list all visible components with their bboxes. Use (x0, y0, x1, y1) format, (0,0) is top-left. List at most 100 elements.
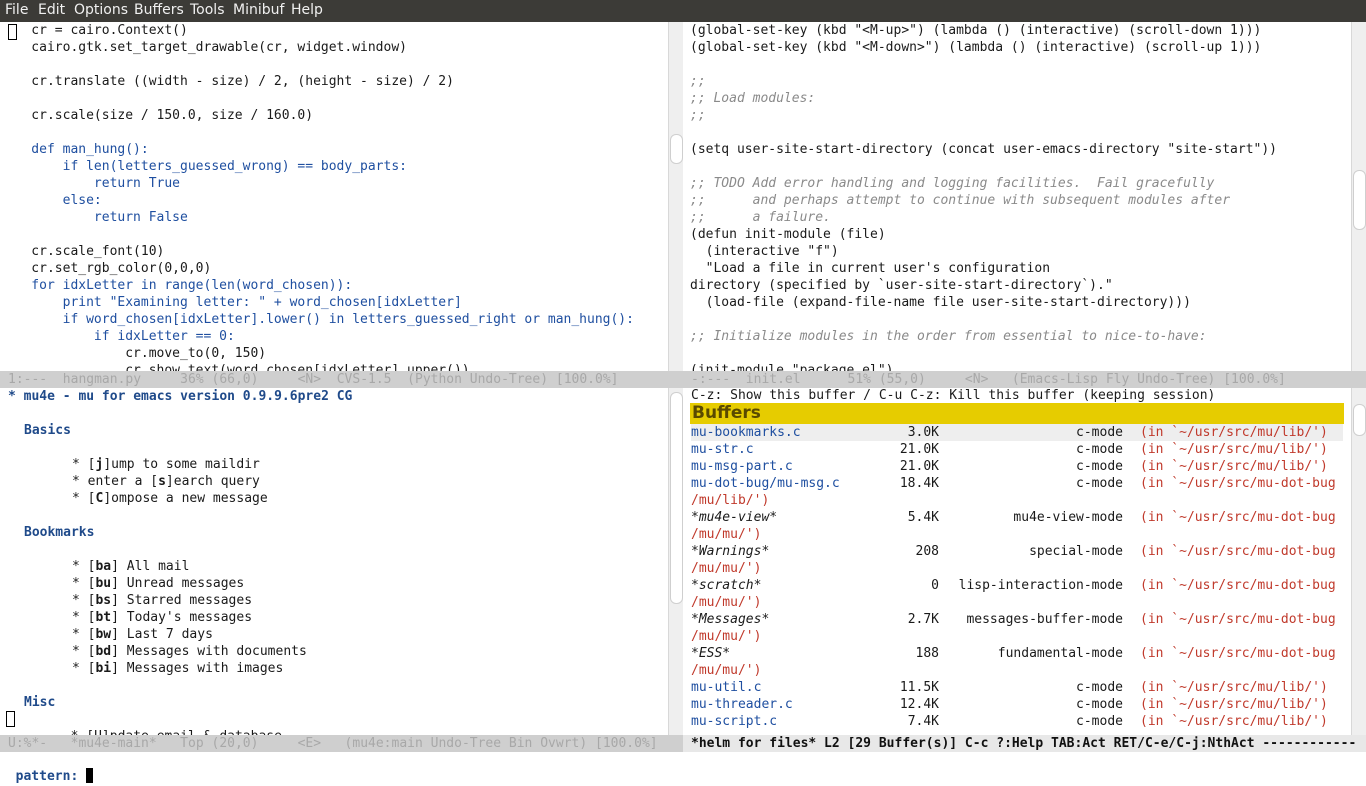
shortcut-key: bu (95, 576, 112, 591)
scrollbar-thumb[interactable] (670, 392, 683, 604)
buffer-name[interactable]: mu-str.c (691, 441, 754, 458)
basics-heading: Basics (24, 423, 71, 438)
buffer-row[interactable]: mu-threader.c 12.4K c-mode (in `~/usr/src/m… (691, 696, 1343, 713)
item-label: Starred messages (126, 593, 253, 608)
code-line: ;; Load modules: (690, 91, 816, 106)
scrollbar-thumb[interactable] (1353, 170, 1366, 230)
elisp-buffer[interactable]: (global-set-key (kbd "<M-up>") (lambda (… (690, 22, 1350, 371)
menu-edit[interactable]: Edit (38, 2, 65, 18)
buffer-name[interactable]: mu-dot-bug/mu-msg.c (691, 475, 840, 492)
code-line: return False (0, 210, 188, 225)
mu4e-main-buffer[interactable]: * mu4e - mu for emacs version 0.9.9.6pre… (0, 388, 668, 735)
buffer-size: 18.4K (899, 476, 939, 491)
buffer-name[interactable]: *scratch* (691, 577, 761, 594)
shortcut-key: bi (95, 661, 112, 676)
buffer-directory: (in `~/usr/src/mu/lib/') (1140, 442, 1328, 457)
bracket: ] (111, 593, 127, 608)
menu-bar: File Edit Options Buffers Tools Minibuf Help (0, 0, 1366, 22)
menu-minibuf[interactable]: Minibuf (233, 2, 284, 18)
code-line: for idxLetter in range(len(word_chosen))… (0, 278, 353, 293)
buffer-name[interactable]: *Warnings* (691, 543, 769, 560)
code-line: def man_hung(): (0, 142, 149, 157)
buffer-directory-continued: /mu/lib/') (691, 493, 770, 508)
python-buffer[interactable]: cr = cairo.Context() cairo.gtk.set_targe… (0, 22, 668, 371)
elisp-scrollbar[interactable] (1351, 22, 1366, 371)
scrollbar-thumb[interactable] (670, 134, 683, 164)
python-modeline: 1:--- hangman.py 36% (66,0) <N> CVS-1.5 … (0, 371, 683, 388)
buffer-size: 21.0K (899, 442, 939, 457)
buffer-row[interactable]: *mu4e-view* 5.4K mu4e-view-mode (in `~/usr/… (691, 509, 1343, 526)
buffer-mode: c-mode (1076, 714, 1123, 729)
code-line: ;; a failure. (690, 210, 831, 225)
python-scrollbar[interactable] (668, 22, 683, 371)
bookmark-item[interactable]: * [bd] Messages with documents (72, 643, 307, 660)
code-line: ;; Initialize modules in the order from … (690, 329, 1207, 344)
bullet-prefix: * [ (72, 644, 96, 659)
buffer-row[interactable]: mu-msg-part.c 21.0K c-mode (in `~/usr/src/m… (691, 458, 1343, 475)
bookmark-item[interactable]: * [ba] All mail (72, 558, 189, 575)
item-label: Unread messages (126, 576, 245, 591)
buffer-row[interactable]: *ESS* 188 fundamental-mode (in `~/usr/src/m… (691, 645, 1343, 662)
buffer-name[interactable]: mu-bookmarks.c (691, 424, 801, 441)
bookmark-item[interactable]: * [bw] Last 7 days (72, 626, 213, 643)
code-line: else: (0, 193, 102, 208)
buffer-row[interactable]: mu-bookmarks.c 3.0K c-mode (in `~/usr/src/m… (691, 424, 1343, 441)
shortcut-key: ba (95, 559, 112, 574)
helm-scrollbar[interactable] (1351, 388, 1366, 735)
buffer-row[interactable]: *Messages* 2.7K messages-buffer-mode (in `~… (691, 611, 1343, 628)
bookmark-item[interactable]: * [bu] Unread messages (72, 575, 244, 592)
menu-buffers[interactable]: Buffers (134, 2, 184, 18)
scrollbar-thumb[interactable] (1353, 404, 1366, 436)
buffer-row[interactable]: mu-dot-bug/mu-msg.c 18.4K c-mode (in `~/usr… (691, 475, 1343, 492)
menu-options[interactable]: Options (74, 2, 128, 18)
code-line: cr.move_to(0, 150) (0, 346, 267, 361)
buffer-row[interactable]: *Warnings* 208 special-mode (in `~/usr/src/… (691, 543, 1343, 560)
code-line: (init-module "package.el") (690, 363, 894, 371)
buffer-name[interactable]: *mu4e-view* (691, 509, 777, 526)
shortcut-key: bt (95, 610, 112, 625)
elisp-modeline: -:--- init.el 51% (55,0) <N> (Emacs-Lisp… (683, 371, 1366, 388)
bookmark-item[interactable]: * [bi] Messages with images (72, 660, 283, 677)
minibuffer[interactable]: pattern: (0, 750, 1366, 784)
basic-item[interactable]: * [C]ompose a new message (72, 490, 268, 507)
buffer-row[interactable]: *scratch* 0 lisp-interaction-mode (in `~/us… (691, 577, 1343, 594)
buffer-name[interactable]: mu-util.c (691, 679, 761, 696)
buffer-name[interactable]: *ESS* (691, 645, 730, 662)
buffer-directory: (in `~/usr/src/mu/lib/') (1140, 425, 1328, 440)
buffer-name[interactable]: mu-msg-part.c (691, 458, 793, 475)
menu-file[interactable]: File (5, 2, 28, 18)
buffer-row[interactable]: mu-script.c 7.4K c-mode (in `~/usr/src/mu/l… (691, 713, 1343, 730)
basic-item[interactable]: * [j]ump to some maildir (72, 456, 260, 473)
code-line: cr.scale_font(10) (0, 244, 165, 259)
bullet-prefix: * [ (72, 610, 96, 625)
buffer-directory: (in `~/usr/src/mu/lib/') (1140, 459, 1328, 474)
menu-tools[interactable]: Tools (190, 2, 225, 18)
bullet-prefix: * [ (72, 457, 96, 472)
buffer-row[interactable]: mu-str.c 21.0K c-mode (in `~/usr/src/mu/lib… (691, 441, 1343, 458)
bracket: ] (111, 576, 127, 591)
buffer-directory: (in `~/usr/src/mu-dot-bug (1140, 510, 1336, 525)
buffer-size: 7.4K (907, 714, 939, 729)
helm-buffer[interactable]: C-z: Show this buffer / C-u C-z: Kill th… (690, 388, 1350, 735)
buffer-row[interactable]: mu-util.c 11.5K c-mode (in `~/usr/src/mu/li… (691, 679, 1343, 696)
code-line: ;; TODO Add error handling and logging f… (690, 176, 1215, 191)
menu-help[interactable]: Help (291, 2, 323, 18)
basic-item[interactable]: * enter a [s]earch query (72, 473, 260, 490)
code-line: (load-file (expand-file-name file user-s… (690, 295, 1191, 310)
shortcut-key: s (158, 474, 166, 489)
buffer-mode: special-mode (1029, 544, 1123, 559)
code-line: ;; and perhaps attempt to continue with … (690, 193, 1231, 208)
buffer-mode: fundamental-mode (997, 646, 1123, 661)
buffer-name[interactable]: mu-threader.c (691, 696, 793, 713)
bookmark-item[interactable]: * [bs] Starred messages (72, 592, 252, 609)
bookmark-item[interactable]: * [bt] Today's messages (72, 609, 252, 626)
buffer-name[interactable]: *Messages* (691, 611, 769, 628)
shortcut-key: bd (95, 644, 112, 659)
buffer-size: 0 (931, 578, 939, 593)
mu4e-cursor (6, 711, 15, 727)
buffer-name[interactable]: mu-script.c (691, 713, 777, 730)
bullet-prefix: * enter a [ (72, 474, 159, 489)
buffer-directory: (in `~/usr/src/mu-dot-bug (1140, 476, 1336, 491)
mu4e-scrollbar[interactable] (668, 388, 683, 735)
buffer-size: 188 (915, 646, 939, 661)
